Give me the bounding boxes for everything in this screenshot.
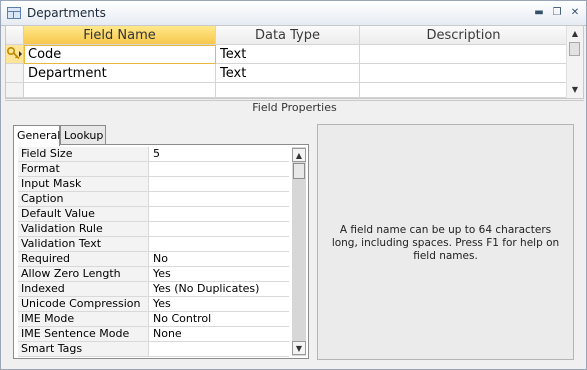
property-name: Caption	[18, 192, 149, 207]
description-cell[interactable]	[360, 64, 568, 83]
property-row[interactable]: Validation Rule	[18, 222, 289, 237]
tab-general[interactable]: General	[13, 125, 60, 146]
table-design-window: Departments ▬ ❐ ✕ Field Name Data Type D…	[0, 0, 587, 370]
help-text: A field name can be up to 64 characters …	[331, 224, 560, 262]
description-cell[interactable]	[360, 83, 568, 98]
property-value[interactable]: 5	[149, 147, 289, 162]
minimize-icon[interactable]: ▬	[533, 7, 545, 19]
select-all-corner[interactable]	[6, 26, 24, 45]
property-value[interactable]	[149, 177, 289, 192]
property-value[interactable]: No	[149, 252, 289, 267]
property-row[interactable]: Caption	[18, 192, 289, 207]
close-icon[interactable]: ✕	[569, 7, 581, 19]
property-row[interactable]: Input Mask	[18, 177, 289, 192]
scroll-thumb[interactable]	[293, 163, 305, 179]
property-row[interactable]: Format	[18, 162, 289, 177]
property-row[interactable]: Field Size 5	[18, 147, 289, 162]
property-value[interactable]: Yes	[149, 297, 289, 312]
property-value[interactable]	[149, 207, 289, 222]
field-grid: Field Name Data Type Description Code Te…	[5, 25, 584, 99]
property-sheet: Field Size 5 Format Input Mask Caption De…	[13, 144, 309, 359]
description-cell[interactable]	[360, 45, 568, 64]
property-scrollbar[interactable]: ▲ ▼	[292, 147, 306, 356]
property-row[interactable]: Default Value	[18, 207, 289, 222]
grid-scrollbar[interactable]: ▲ ▼	[566, 26, 583, 98]
property-value[interactable]: No Control	[149, 312, 289, 327]
window-title: Departments	[27, 6, 106, 20]
scroll-up-icon[interactable]: ▲	[292, 148, 306, 162]
row-selector[interactable]	[6, 83, 24, 98]
table-icon	[7, 7, 21, 19]
property-row[interactable]: IME Sentence Mode None	[18, 327, 289, 342]
property-name: Input Mask	[18, 177, 149, 192]
data-type-cell[interactable]	[216, 83, 360, 98]
field-properties-label: Field Properties	[5, 100, 584, 117]
scroll-down-icon[interactable]: ▼	[292, 341, 306, 355]
column-header-field-name[interactable]: Field Name	[24, 26, 216, 45]
property-row[interactable]: Required No	[18, 252, 289, 267]
primary-key-icon	[6, 46, 22, 60]
property-name: Field Size	[18, 147, 149, 162]
property-name: Validation Rule	[18, 222, 149, 237]
property-row[interactable]: Unicode Compression Yes	[18, 297, 289, 312]
scroll-up-icon[interactable]: ▲	[568, 27, 582, 41]
property-name: Smart Tags	[18, 342, 149, 357]
scroll-down-icon[interactable]: ▼	[568, 83, 582, 97]
row-selector[interactable]	[6, 45, 24, 64]
property-row[interactable]: IME Mode No Control	[18, 312, 289, 327]
data-type-cell[interactable]: Text	[216, 45, 360, 64]
scroll-thumb[interactable]	[569, 42, 580, 56]
property-name: Allow Zero Length	[18, 267, 149, 282]
property-value[interactable]: Yes	[149, 267, 289, 282]
property-name: Format	[18, 162, 149, 177]
property-row[interactable]: Allow Zero Length Yes	[18, 267, 289, 282]
property-row[interactable]: Indexed Yes (No Duplicates)	[18, 282, 289, 297]
help-panel: A field name can be up to 64 characters …	[317, 124, 574, 360]
field-name-cell[interactable]	[24, 83, 216, 98]
restore-icon[interactable]: ❐	[551, 7, 563, 19]
property-value[interactable]	[149, 192, 289, 207]
column-header-description[interactable]: Description	[360, 26, 568, 45]
property-row[interactable]: Smart Tags	[18, 342, 289, 357]
property-name: Required	[18, 252, 149, 267]
property-value[interactable]: None	[149, 327, 289, 342]
property-name: IME Sentence Mode	[18, 327, 149, 342]
property-name: Default Value	[18, 207, 149, 222]
property-value[interactable]: Yes (No Duplicates)	[149, 282, 289, 297]
property-value[interactable]	[149, 342, 289, 357]
field-name-cell[interactable]: Code	[24, 45, 216, 64]
title-bar: Departments ▬ ❐ ✕	[1, 1, 586, 26]
property-value[interactable]	[149, 162, 289, 177]
field-name-cell[interactable]: Department	[24, 64, 216, 83]
property-name: Unicode Compression	[18, 297, 149, 312]
property-name: IME Mode	[18, 312, 149, 327]
column-header-data-type[interactable]: Data Type	[216, 26, 360, 45]
property-row[interactable]: Validation Text	[18, 237, 289, 252]
property-value[interactable]	[149, 222, 289, 237]
property-name: Indexed	[18, 282, 149, 297]
property-name: Validation Text	[18, 237, 149, 252]
row-selector[interactable]	[6, 64, 24, 83]
data-type-cell[interactable]: Text	[216, 64, 360, 83]
tab-lookup[interactable]: Lookup	[60, 125, 106, 145]
property-value[interactable]	[149, 237, 289, 252]
